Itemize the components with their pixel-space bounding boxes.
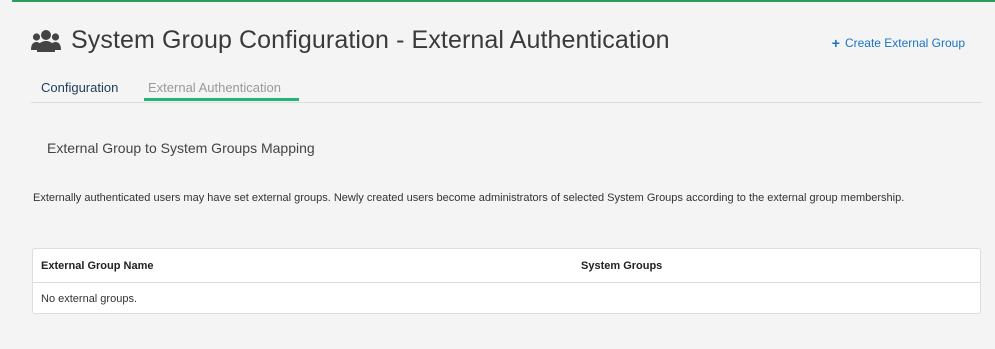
page-header: System Group Configuration - External Au…: [31, 26, 965, 60]
column-header-external-group-name[interactable]: External Group Name: [41, 260, 153, 272]
tab-external-authentication[interactable]: External Authentication: [144, 80, 285, 95]
top-accent-rule: [12, 0, 995, 2]
external-groups-table: External Group Name System Groups No ext…: [32, 248, 981, 314]
create-external-group-button[interactable]: + Create External Group: [832, 36, 965, 50]
active-tab-indicator: [144, 98, 299, 101]
section-title: External Group to System Groups Mapping: [47, 140, 315, 156]
users-group-icon: [31, 28, 61, 54]
tab-configuration[interactable]: Configuration: [41, 80, 118, 95]
table-header-row: External Group Name System Groups: [33, 249, 980, 283]
table-empty-message: No external groups.: [41, 293, 137, 305]
page-title: System Group Configuration - External Au…: [71, 26, 670, 54]
plus-icon: +: [831, 35, 840, 51]
section-description: Externally authenticated users may have …: [33, 192, 905, 204]
tab-bar: Configuration External Authentication: [31, 70, 982, 103]
create-external-group-label: Create External Group: [844, 36, 965, 50]
column-header-system-groups[interactable]: System Groups: [581, 260, 662, 272]
